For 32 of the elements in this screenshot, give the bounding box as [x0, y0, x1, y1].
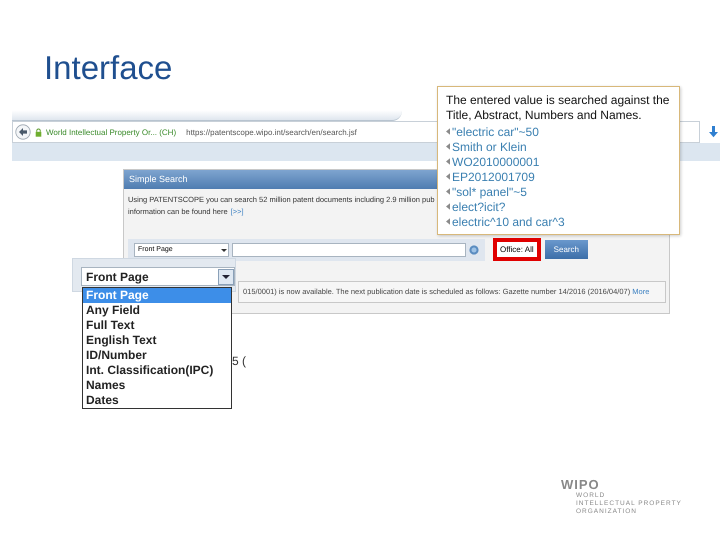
- triangle-icon: [446, 173, 450, 180]
- help-icon[interactable]: [469, 244, 479, 254]
- office-button[interactable]: Office: All: [493, 238, 541, 261]
- triangle-icon: [446, 158, 450, 165]
- triangle-icon: [446, 128, 450, 135]
- text-fragment: 5 (: [232, 354, 246, 368]
- dropdown-option[interactable]: Names: [83, 378, 231, 393]
- example-link[interactable]: EP2012001709: [452, 170, 535, 184]
- triangle-icon: [446, 188, 450, 195]
- logo-name: WIPO: [561, 478, 601, 492]
- slide-title: Interface: [44, 48, 172, 88]
- dropdown-option[interactable]: ID/Number: [83, 348, 231, 363]
- url-text: https://patentscope.wipo.int/search/en/search.jsf: [186, 128, 357, 136]
- triangle-icon: [446, 203, 450, 210]
- lock-icon: [35, 128, 42, 136]
- search-input[interactable]: [232, 242, 466, 256]
- field-select[interactable]: Front Page: [81, 267, 235, 286]
- triangle-icon: [446, 218, 450, 225]
- search-button[interactable]: Search: [544, 240, 588, 259]
- dropdown-option[interactable]: Any Field: [83, 303, 231, 318]
- triangle-icon: [446, 143, 450, 150]
- example-link[interactable]: "electric car"~50: [452, 124, 539, 138]
- example-link[interactable]: elect?icit?: [452, 200, 506, 214]
- tooltip-text: The entered value is searched against the Title, Abstract, Numbers and Names.: [446, 93, 670, 123]
- example-link[interactable]: WO2010000001: [452, 154, 540, 168]
- dropdown-option[interactable]: Full Text: [83, 318, 231, 333]
- example-link[interactable]: electric^10 and car^3: [452, 214, 565, 228]
- site-name: World Intellectual Property Or... (CH): [46, 128, 176, 136]
- download-arrow-icon[interactable]: [709, 126, 718, 138]
- dropdown-option[interactable]: Dates: [83, 393, 231, 408]
- dropdown-option[interactable]: Int. Classification(IPC): [83, 363, 231, 378]
- dropdown-option[interactable]: English Text: [83, 333, 231, 348]
